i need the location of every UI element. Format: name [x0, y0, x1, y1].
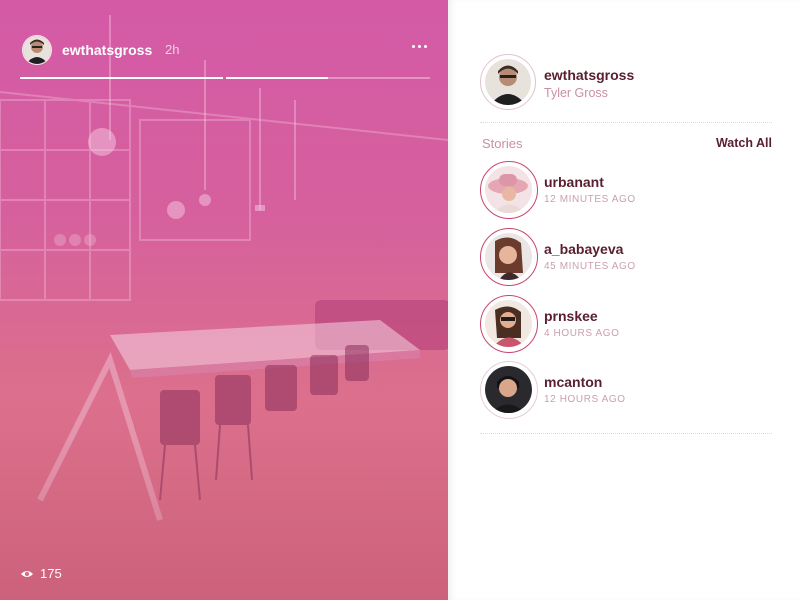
avatar[interactable] [480, 54, 536, 110]
progress-segment [20, 77, 223, 79]
avatar [485, 166, 532, 213]
story-username: prnskee [544, 308, 598, 324]
views-count: 175 [40, 566, 62, 581]
divider [480, 122, 772, 123]
avatar [485, 300, 532, 347]
avatar[interactable] [22, 35, 52, 65]
story-viewer[interactable]: ewthatsgross 2h 175 [0, 0, 448, 600]
story-ring [480, 161, 538, 219]
story-ring [480, 228, 538, 286]
list-item[interactable]: a_babayeva 45 MINUTES AGO [480, 228, 780, 286]
progress-segment-active [226, 77, 430, 79]
watch-all-button[interactable]: Watch All [716, 136, 772, 150]
story-time: 12 MINUTES AGO [544, 194, 636, 205]
stories-heading: Stories [482, 136, 523, 151]
story-timestamp: 2h [165, 42, 180, 57]
profile-full-name: Tyler Gross [544, 86, 608, 100]
story-time: 4 HOURS AGO [544, 328, 620, 339]
divider [480, 433, 772, 434]
story-progress-bar [20, 77, 430, 79]
story-ring [480, 295, 538, 353]
story-username: urbanant [544, 174, 604, 190]
story-header: ewthatsgross 2h [22, 35, 432, 65]
list-item[interactable]: prnskee 4 HOURS AGO [480, 295, 780, 353]
story-time: 45 MINUTES AGO [544, 261, 636, 272]
story-ring [480, 361, 538, 419]
list-item[interactable]: mcanton 12 HOURS AGO [480, 361, 780, 419]
avatar [485, 366, 532, 413]
current-profile[interactable]: ewthatsgross Tyler Gross [480, 54, 780, 110]
eye-icon [21, 571, 33, 577]
more-icon[interactable] [410, 40, 430, 54]
story-username: a_babayeva [544, 241, 624, 257]
profile-username[interactable]: ewthatsgross [544, 67, 634, 83]
story-time: 12 HOURS AGO [544, 394, 626, 405]
stories-panel: ewthatsgross Tyler Gross Stories Watch A… [448, 0, 800, 600]
avatar [485, 233, 532, 280]
story-username[interactable]: ewthatsgross [62, 42, 152, 58]
story-bottom-shade [0, 420, 448, 600]
story-username: mcanton [544, 374, 603, 390]
list-item[interactable]: urbanant 12 MINUTES AGO [480, 161, 780, 219]
